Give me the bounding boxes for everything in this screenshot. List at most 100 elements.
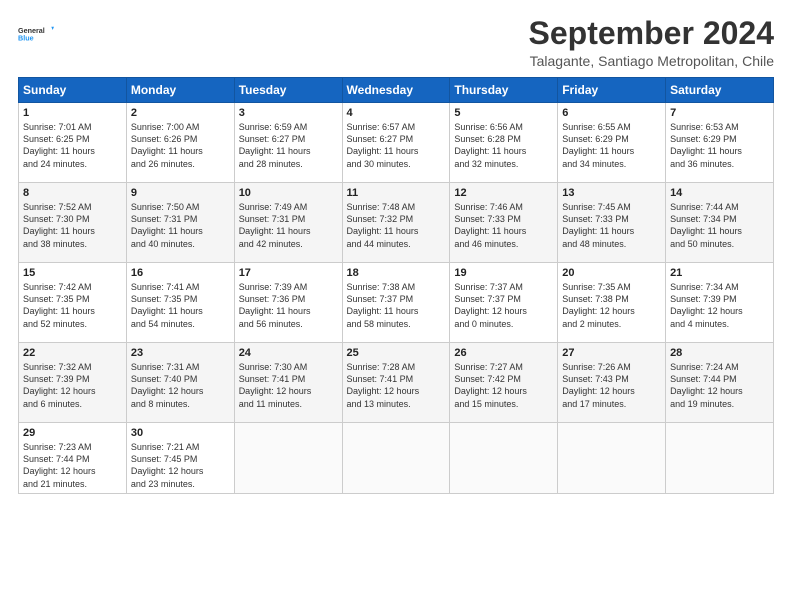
calendar-cell: 26 Sunrise: 7:27 AM Sunset: 7:42 PM Dayli… <box>450 343 558 423</box>
day-content: Sunrise: 7:41 AM Sunset: 7:35 PM Dayligh… <box>131 281 230 330</box>
day-content: Sunrise: 7:21 AM Sunset: 7:45 PM Dayligh… <box>131 441 230 490</box>
calendar-cell: 7Sunrise: 6:53 AM Sunset: 6:29 PM Daylig… <box>666 103 774 183</box>
day-number: 29 <box>23 427 122 439</box>
day-content: Sunrise: 7:44 AM Sunset: 7:34 PM Dayligh… <box>670 201 769 250</box>
day-number: 3 <box>239 107 338 119</box>
day-number: 11 <box>347 187 446 199</box>
calendar-cell: 10 Sunrise: 7:49 AM Sunset: 7:31 PM Dayli… <box>234 183 342 263</box>
day-number: 22 <box>23 347 122 359</box>
day-content: Sunrise: 7:34 AM Sunset: 7:39 PM Dayligh… <box>670 281 769 330</box>
day-content: Sunrise: 7:35 AM Sunset: 7:38 PM Dayligh… <box>562 281 661 330</box>
day-number: 20 <box>562 267 661 279</box>
day-content: Sunrise: 6:59 AM Sunset: 6:27 PM Dayligh… <box>239 121 338 170</box>
day-content: Sunrise: 7:48 AM Sunset: 7:32 PM Dayligh… <box>347 201 446 250</box>
week-row-4: 22 Sunrise: 7:32 AM Sunset: 7:39 PM Dayli… <box>19 343 774 423</box>
calendar-cell: 16 Sunrise: 7:41 AM Sunset: 7:35 PM Dayli… <box>126 263 234 343</box>
calendar-cell: 20 Sunrise: 7:35 AM Sunset: 7:38 PM Dayli… <box>558 263 666 343</box>
day-number: 24 <box>239 347 338 359</box>
calendar-cell: 25 Sunrise: 7:28 AM Sunset: 7:41 PM Dayli… <box>342 343 450 423</box>
calendar-cell: 12Sunrise: 7:46 AM Sunset: 7:33 PM Dayli… <box>450 183 558 263</box>
calendar-cell <box>558 423 666 494</box>
svg-text:Blue: Blue <box>18 34 34 43</box>
calendar-cell: 9 Sunrise: 7:50 AM Sunset: 7:31 PM Daylig… <box>126 183 234 263</box>
title-block: September 2024 Talagante, Santiago Metro… <box>529 16 774 69</box>
day-content: Sunrise: 7:31 AM Sunset: 7:40 PM Dayligh… <box>131 361 230 410</box>
day-number: 14 <box>670 187 769 199</box>
day-content: Sunrise: 7:01 AM Sunset: 6:25 PM Dayligh… <box>23 121 122 170</box>
day-content: Sunrise: 7:27 AM Sunset: 7:42 PM Dayligh… <box>454 361 553 410</box>
day-content: Sunrise: 7:26 AM Sunset: 7:43 PM Dayligh… <box>562 361 661 410</box>
week-row-3: 15 Sunrise: 7:42 AM Sunset: 7:35 PM Dayli… <box>19 263 774 343</box>
weekday-header-friday: Friday <box>558 78 666 103</box>
day-content: Sunrise: 7:28 AM Sunset: 7:41 PM Dayligh… <box>347 361 446 410</box>
calendar-cell: 13 Sunrise: 7:45 AM Sunset: 7:33 PM Dayli… <box>558 183 666 263</box>
calendar-cell: 8 Sunrise: 7:52 AM Sunset: 7:30 PM Daylig… <box>19 183 127 263</box>
day-content: Sunrise: 7:37 AM Sunset: 7:37 PM Dayligh… <box>454 281 553 330</box>
calendar-cell: 17Sunrise: 7:39 AM Sunset: 7:36 PM Dayli… <box>234 263 342 343</box>
calendar-cell: 5Sunrise: 6:56 AM Sunset: 6:28 PM Daylig… <box>450 103 558 183</box>
day-number: 27 <box>562 347 661 359</box>
day-number: 30 <box>131 427 230 439</box>
day-content: Sunrise: 7:46 AM Sunset: 7:33 PM Dayligh… <box>454 201 553 250</box>
day-number: 15 <box>23 267 122 279</box>
day-number: 23 <box>131 347 230 359</box>
day-number: 1 <box>23 107 122 119</box>
day-number: 16 <box>131 267 230 279</box>
weekday-header-monday: Monday <box>126 78 234 103</box>
day-content: Sunrise: 7:52 AM Sunset: 7:30 PM Dayligh… <box>23 201 122 250</box>
logo: General Blue <box>18 16 54 52</box>
day-content: Sunrise: 7:24 AM Sunset: 7:44 PM Dayligh… <box>670 361 769 410</box>
day-number: 5 <box>454 107 553 119</box>
day-content: Sunrise: 7:45 AM Sunset: 7:33 PM Dayligh… <box>562 201 661 250</box>
calendar-cell: 3 Sunrise: 6:59 AM Sunset: 6:27 PM Daylig… <box>234 103 342 183</box>
day-content: Sunrise: 7:49 AM Sunset: 7:31 PM Dayligh… <box>239 201 338 250</box>
week-row-5: 29 Sunrise: 7:23 AM Sunset: 7:44 PM Dayli… <box>19 423 774 494</box>
location-title: Talagante, Santiago Metropolitan, Chile <box>529 53 774 69</box>
calendar-cell: 23 Sunrise: 7:31 AM Sunset: 7:40 PM Dayli… <box>126 343 234 423</box>
day-number: 26 <box>454 347 553 359</box>
calendar-cell: 11 Sunrise: 7:48 AM Sunset: 7:32 PM Dayli… <box>342 183 450 263</box>
day-content: Sunrise: 7:30 AM Sunset: 7:41 PM Dayligh… <box>239 361 338 410</box>
day-content: Sunrise: 7:50 AM Sunset: 7:31 PM Dayligh… <box>131 201 230 250</box>
day-content: Sunrise: 6:55 AM Sunset: 6:29 PM Dayligh… <box>562 121 661 170</box>
calendar-cell: 29 Sunrise: 7:23 AM Sunset: 7:44 PM Dayli… <box>19 423 127 494</box>
calendar-cell <box>666 423 774 494</box>
day-content: Sunrise: 7:42 AM Sunset: 7:35 PM Dayligh… <box>23 281 122 330</box>
calendar-cell: 21Sunrise: 7:34 AM Sunset: 7:39 PM Dayli… <box>666 263 774 343</box>
calendar: SundayMondayTuesdayWednesdayThursdayFrid… <box>18 77 774 494</box>
week-row-1: 1 Sunrise: 7:01 AM Sunset: 6:25 PM Daylig… <box>19 103 774 183</box>
calendar-cell: 2Sunrise: 7:00 AM Sunset: 6:26 PM Daylig… <box>126 103 234 183</box>
month-title: September 2024 <box>529 16 774 51</box>
week-row-2: 8 Sunrise: 7:52 AM Sunset: 7:30 PM Daylig… <box>19 183 774 263</box>
day-number: 10 <box>239 187 338 199</box>
day-content: Sunrise: 7:23 AM Sunset: 7:44 PM Dayligh… <box>23 441 122 490</box>
day-number: 8 <box>23 187 122 199</box>
weekday-header-sunday: Sunday <box>19 78 127 103</box>
day-number: 25 <box>347 347 446 359</box>
calendar-cell: 30 Sunrise: 7:21 AM Sunset: 7:45 PM Dayli… <box>126 423 234 494</box>
day-number: 4 <box>347 107 446 119</box>
weekday-header-thursday: Thursday <box>450 78 558 103</box>
day-content: Sunrise: 6:57 AM Sunset: 6:27 PM Dayligh… <box>347 121 446 170</box>
weekday-header-wednesday: Wednesday <box>342 78 450 103</box>
calendar-cell: 18 Sunrise: 7:38 AM Sunset: 7:37 PM Dayli… <box>342 263 450 343</box>
day-number: 7 <box>670 107 769 119</box>
calendar-cell <box>450 423 558 494</box>
day-number: 19 <box>454 267 553 279</box>
day-number: 9 <box>131 187 230 199</box>
day-number: 18 <box>347 267 446 279</box>
calendar-cell: 19 Sunrise: 7:37 AM Sunset: 7:37 PM Dayli… <box>450 263 558 343</box>
day-number: 17 <box>239 267 338 279</box>
day-number: 13 <box>562 187 661 199</box>
calendar-cell: 28 Sunrise: 7:24 AM Sunset: 7:44 PM Dayli… <box>666 343 774 423</box>
calendar-cell: 27 Sunrise: 7:26 AM Sunset: 7:43 PM Dayli… <box>558 343 666 423</box>
day-number: 28 <box>670 347 769 359</box>
calendar-cell: 4 Sunrise: 6:57 AM Sunset: 6:27 PM Daylig… <box>342 103 450 183</box>
day-content: Sunrise: 7:32 AM Sunset: 7:39 PM Dayligh… <box>23 361 122 410</box>
day-number: 2 <box>131 107 230 119</box>
day-content: Sunrise: 7:38 AM Sunset: 7:37 PM Dayligh… <box>347 281 446 330</box>
calendar-cell: 22 Sunrise: 7:32 AM Sunset: 7:39 PM Dayli… <box>19 343 127 423</box>
calendar-cell: 15 Sunrise: 7:42 AM Sunset: 7:35 PM Dayli… <box>19 263 127 343</box>
page: General Blue September 2024 Talagante, S… <box>0 0 792 612</box>
calendar-cell <box>342 423 450 494</box>
